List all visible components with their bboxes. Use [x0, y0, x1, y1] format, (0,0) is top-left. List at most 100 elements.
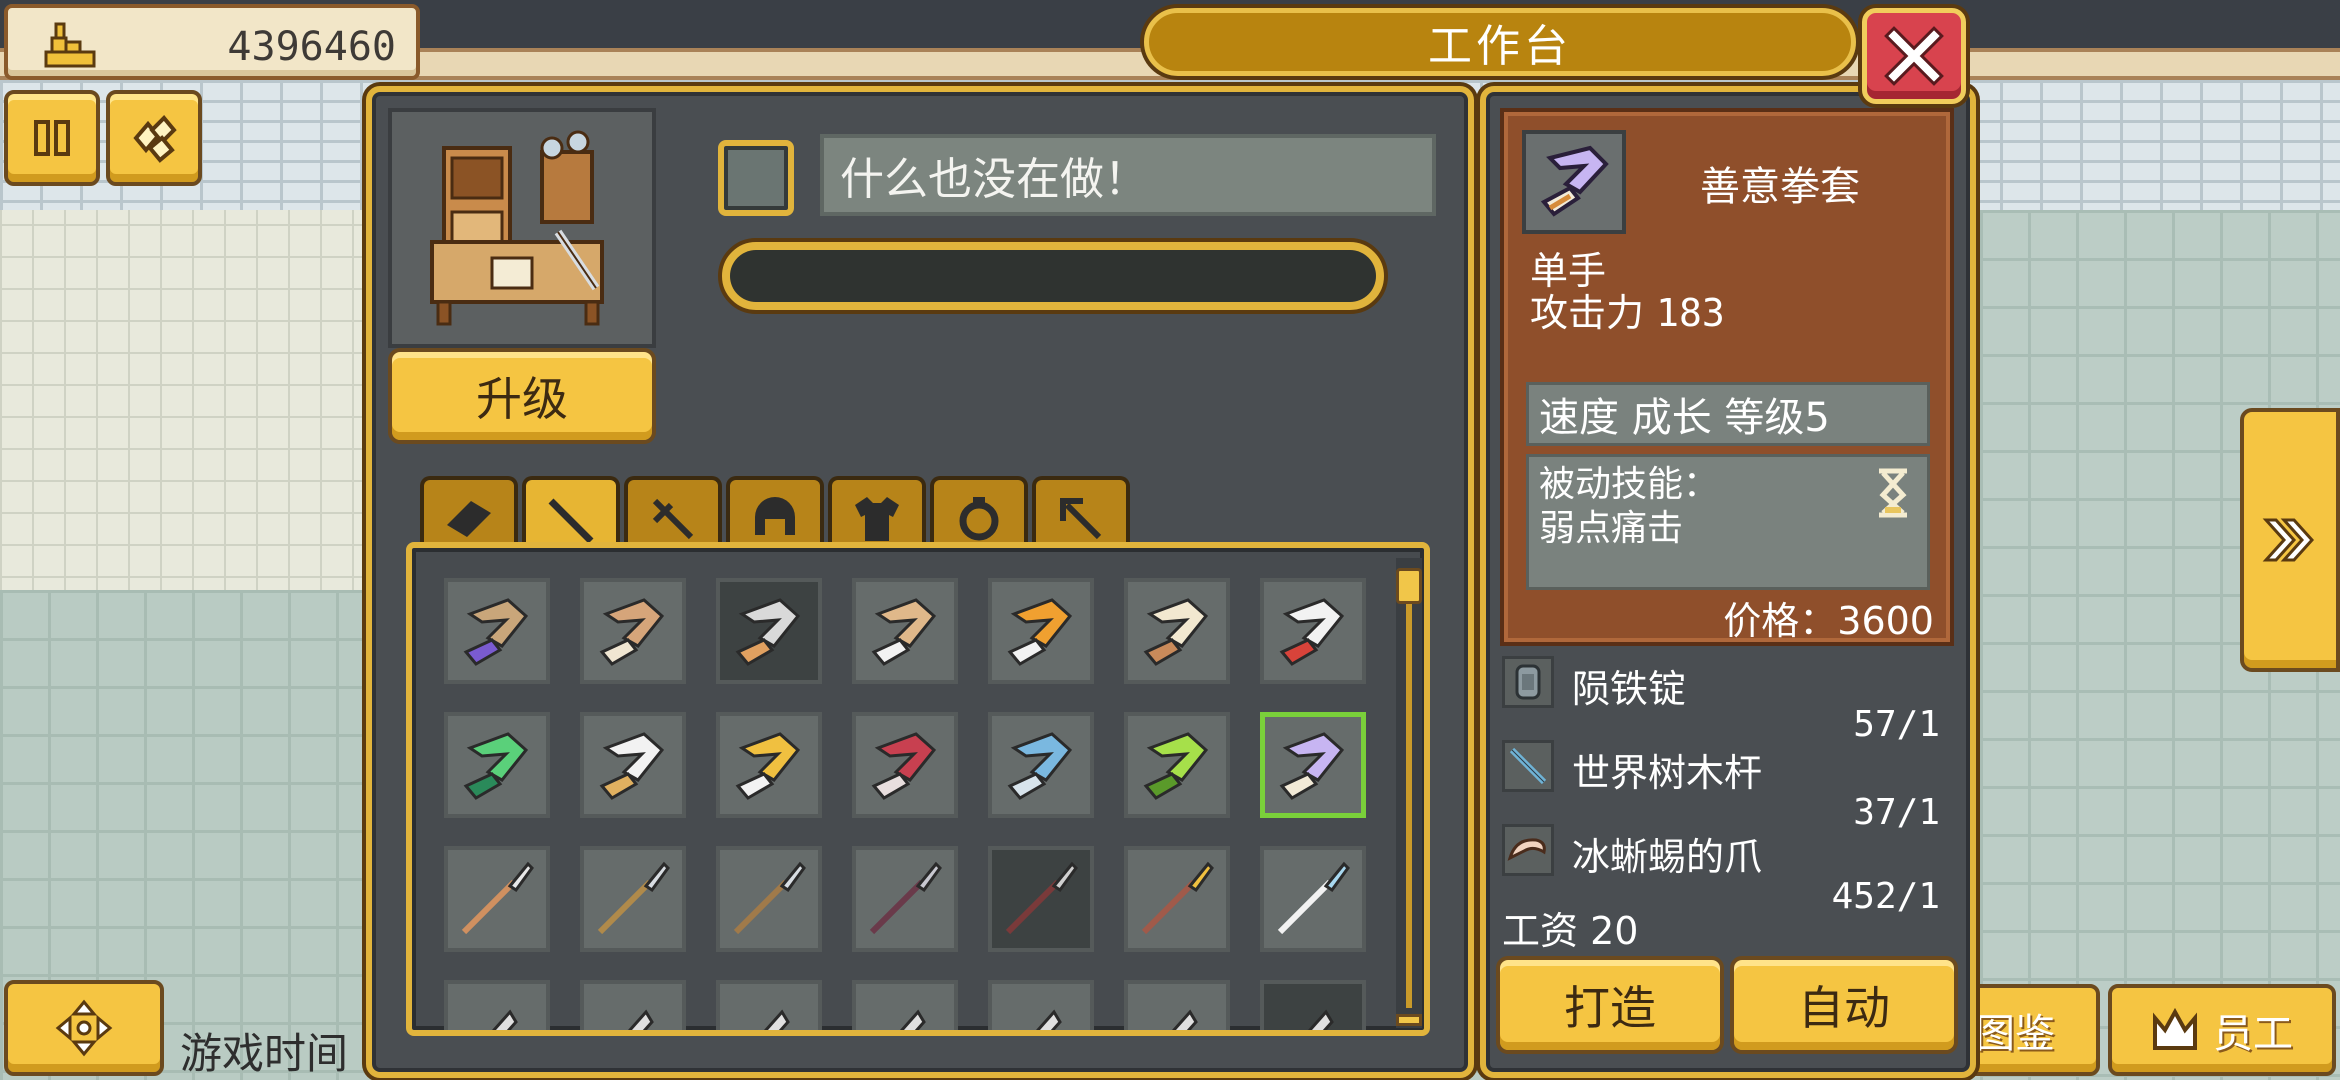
trait-box: 速度 成长 等级5	[1526, 382, 1930, 446]
encyclopedia-label: 图鉴	[1975, 1011, 2055, 1057]
passive-label: 被动技能：	[1539, 464, 1720, 505]
attack-value: 183	[1656, 291, 1725, 335]
sword-icon	[652, 498, 694, 540]
item-slot-green-knuckle[interactable]	[444, 712, 550, 818]
wood-pole-icon	[1502, 740, 1554, 792]
auto-button[interactable]: 自动	[1730, 956, 1958, 1054]
partial-3-icon	[764, 1009, 790, 1030]
item-slot-partial-1[interactable]	[444, 980, 550, 1030]
partial-4-icon	[900, 1009, 926, 1030]
passive-skill-box: 被动技能： 弱点痛击	[1526, 454, 1930, 590]
partial-7-icon	[1308, 1009, 1334, 1030]
material-row: 冰蜥蜴的爪 452/1	[1502, 820, 1952, 917]
item-slot-gold-spear[interactable]	[1124, 846, 1230, 952]
item-slot-dark-spear[interactable]	[988, 846, 1094, 952]
lime-knuckle-icon	[1143, 732, 1209, 800]
pickaxe-icon	[1060, 498, 1102, 540]
blue-knuckle-icon	[1007, 732, 1073, 800]
staff-button[interactable]: 员工	[2108, 984, 2336, 1076]
speed-button[interactable]	[106, 90, 202, 186]
craft-button[interactable]: 打造	[1496, 956, 1724, 1054]
item-slot-purple-knuckle[interactable]	[1260, 712, 1366, 818]
red-knuckle-icon	[871, 732, 937, 800]
close-button[interactable]	[1862, 8, 1966, 104]
item-slot-blue-spear[interactable]	[1260, 846, 1366, 952]
material-count: 452/1	[1831, 876, 1940, 917]
staff-label: 员工	[2213, 1011, 2293, 1057]
purple-knuckle-icon	[1540, 145, 1609, 217]
upgrade-label: 升级	[476, 372, 568, 426]
craft-progress-bar	[718, 238, 1388, 314]
wage-value: 20	[1590, 909, 1639, 953]
item-slot-partial-3[interactable]	[716, 980, 822, 1030]
item-slot-blue-knuckle[interactable]	[988, 712, 1094, 818]
item-slot-partial-5[interactable]	[988, 980, 1094, 1030]
upgrade-button[interactable]: 升级	[388, 348, 656, 444]
scroll-end	[1396, 1014, 1422, 1026]
item-slot-partial-7[interactable]	[1260, 980, 1366, 1030]
blue-spear-icon	[1277, 861, 1350, 935]
material-row: 陨铁锭 57/1	[1502, 652, 1952, 745]
pause-button[interactable]	[4, 90, 100, 186]
gold-knuckle-icon	[735, 732, 801, 800]
dpad-icon	[55, 999, 113, 1057]
detail-item-name: 善意拳套	[1700, 164, 1860, 210]
auto-label: 自动	[1798, 981, 1890, 1035]
red-blade-icon	[1279, 598, 1345, 666]
partial-5-icon	[1036, 1009, 1062, 1030]
gold-counter: 4396460	[4, 4, 420, 80]
item-slot-bow-claw[interactable]	[580, 578, 686, 684]
item-slot-claw-fork[interactable]	[1124, 578, 1230, 684]
material-block-icon	[447, 501, 491, 537]
item-slot-spear[interactable]	[444, 846, 550, 952]
knuckle-tan-icon	[871, 598, 937, 666]
item-slot-knuckle-gold[interactable]	[988, 578, 1094, 684]
pike-icon	[869, 861, 942, 935]
item-slot-partial-2[interactable]	[580, 980, 686, 1030]
close-icon	[1884, 26, 1944, 86]
detail-attack: 攻击力 183	[1530, 282, 1725, 337]
item-slot-partial-4[interactable]	[852, 980, 958, 1030]
trait-text: 速度 成长 等级5	[1539, 395, 1830, 441]
item-slot-knuckle-tan[interactable]	[852, 578, 958, 684]
item-slot-gold-knuckle[interactable]	[716, 712, 822, 818]
green-knuckle-icon	[463, 732, 529, 800]
hourglass-icon	[1879, 468, 1907, 518]
item-slot-lime-knuckle[interactable]	[1124, 712, 1230, 818]
item-slot-pike[interactable]	[852, 846, 958, 952]
item-slot-red-knuckle[interactable]	[852, 712, 958, 818]
craft-label: 打造	[1564, 981, 1656, 1035]
ring-icon	[959, 497, 999, 541]
next-page-button[interactable]	[2240, 408, 2340, 672]
item-slot-claw-gray[interactable]	[716, 578, 822, 684]
item-slot-staff[interactable]	[444, 578, 550, 684]
panel-title: 工作台	[1428, 21, 1572, 72]
scroll-track	[1406, 578, 1412, 1008]
crown-icon	[2153, 1008, 2197, 1050]
progress-track	[730, 250, 1376, 302]
scroll-thumb[interactable]	[1396, 568, 1422, 604]
item-slot-partial-6[interactable]	[1124, 980, 1230, 1030]
shovel-icon	[733, 861, 806, 935]
item-slot-shovel[interactable]	[716, 846, 822, 952]
game-time-label: 游戏时间	[180, 1029, 349, 1078]
knuckle-gold-icon	[1007, 598, 1073, 666]
partial-1-icon	[492, 1009, 518, 1030]
claw-gray-icon	[735, 598, 801, 666]
dark-spear-icon	[1005, 861, 1078, 935]
armor-icon	[855, 497, 899, 541]
item-slot-white-claw[interactable]	[580, 712, 686, 818]
claw-fork-icon	[1143, 598, 1209, 666]
workbench-portrait	[388, 108, 656, 348]
grid-scrollbar[interactable]	[1396, 558, 1422, 1028]
gem-cluster-icon	[133, 115, 177, 163]
repeat-checkbox[interactable]	[718, 140, 794, 216]
item-slot-halberd[interactable]	[580, 846, 686, 952]
material-name: 冰蜥蜴的爪	[1572, 835, 1763, 879]
camera-move-button[interactable]	[4, 980, 164, 1076]
helmet-icon	[755, 497, 795, 535]
gold-stack-icon	[44, 22, 96, 68]
price-value: 3600	[1837, 599, 1934, 643]
item-slot-red-blade[interactable]	[1260, 578, 1366, 684]
workbench-icon	[430, 130, 604, 326]
